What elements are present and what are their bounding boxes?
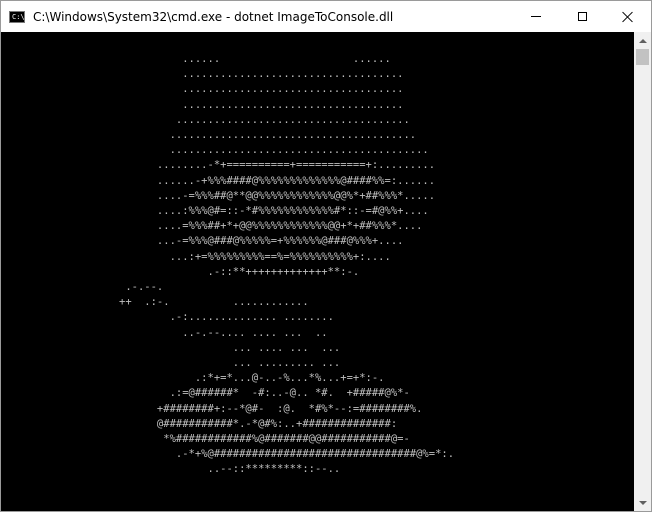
console-output[interactable]: ...... ...... ..........................… — [1, 32, 634, 511]
close-icon — [622, 11, 634, 23]
cmd-icon[interactable]: C:\ — [9, 10, 25, 23]
maximize-icon — [577, 12, 587, 21]
title-bar[interactable]: C:\ C:\Windows\System32\cmd.exe - dotnet… — [1, 1, 651, 32]
scroll-down-button[interactable] — [634, 494, 651, 511]
ascii-art-output: ...... ...... ..........................… — [119, 53, 455, 476]
arrow-down-icon — [638, 500, 647, 505]
cmd-icon-glyph: C:\ — [12, 12, 25, 21]
window-title: C:\Windows\System32\cmd.exe - dotnet Ima… — [33, 9, 394, 24]
maximize-button[interactable] — [559, 1, 605, 32]
arrow-up-icon — [638, 38, 647, 43]
vertical-scrollbar[interactable] — [634, 32, 651, 511]
scroll-up-button[interactable] — [634, 32, 651, 49]
window-controls — [513, 1, 651, 32]
close-button[interactable] — [605, 1, 651, 32]
minimize-button[interactable] — [513, 1, 559, 32]
minimize-icon — [531, 16, 541, 17]
console-window: C:\ C:\Windows\System32\cmd.exe - dotnet… — [0, 0, 652, 512]
scrollbar-thumb[interactable] — [636, 49, 649, 65]
